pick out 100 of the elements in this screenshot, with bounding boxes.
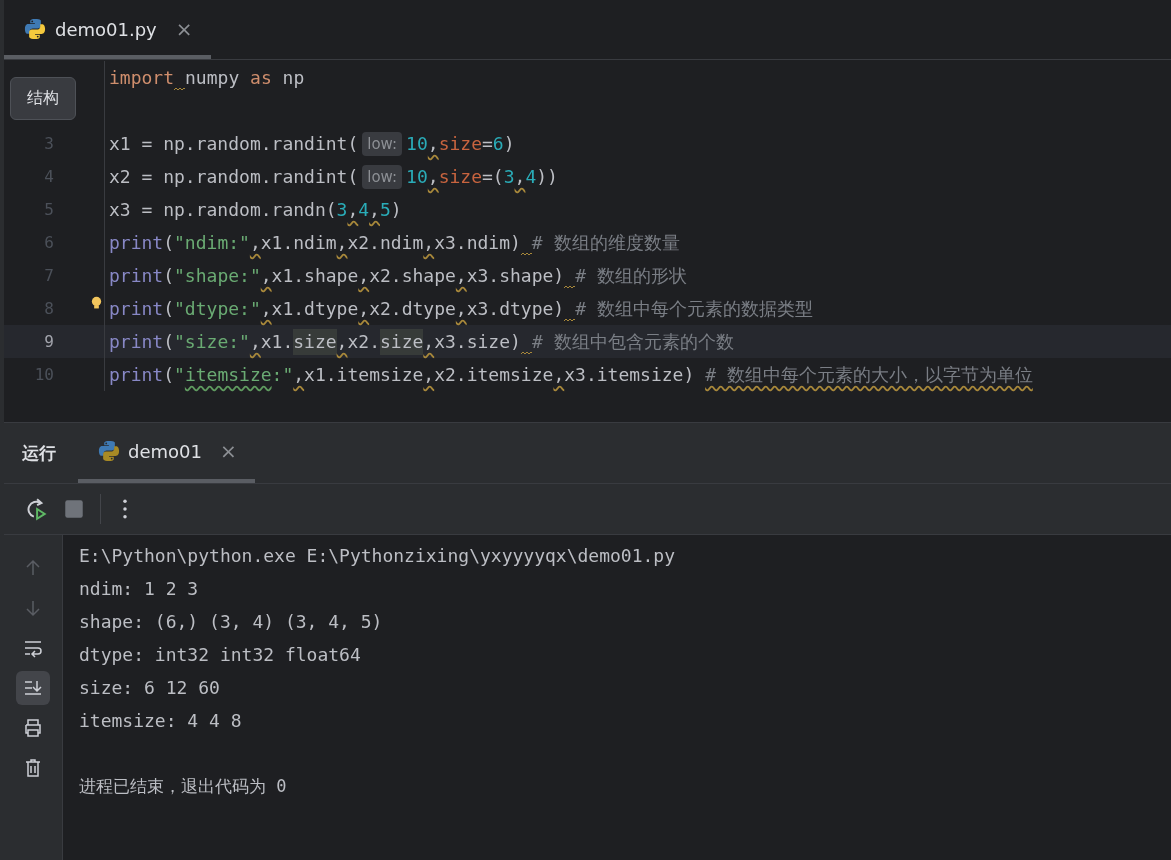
panel-title: 运行 <box>21 441 57 465</box>
code-parameter: size <box>438 164 482 189</box>
code-text: ( <box>163 362 175 387</box>
code-text: , <box>260 263 272 288</box>
code-number: 3 <box>503 164 515 189</box>
code-function: print <box>109 329 164 354</box>
line-number: 9 <box>44 332 54 351</box>
code-function: print <box>109 362 164 387</box>
close-icon[interactable]: × <box>219 439 237 463</box>
code-text: size <box>379 328 424 355</box>
code-text: ( <box>163 263 175 288</box>
more-icon[interactable] <box>121 497 129 521</box>
code-text: , <box>427 164 439 189</box>
code-text: x2. <box>347 329 380 354</box>
code-keyword: as <box>250 65 272 90</box>
code-number: 5 <box>379 197 391 222</box>
code-text: x3.ndim) <box>434 230 521 255</box>
code-text: numpy <box>185 65 241 90</box>
code-text: , <box>369 197 380 222</box>
code-text: , <box>336 329 348 354</box>
console-output: shape: (6,) (3, 4) (3, 4, 5) <box>79 610 384 634</box>
lightbulb-icon[interactable] <box>91 296 102 310</box>
code-text: x3.shape) <box>466 263 565 288</box>
code-text: =( <box>482 164 504 189</box>
python-icon <box>24 18 46 40</box>
console-output: itemsize: 4 4 8 <box>79 709 243 733</box>
code-number: 4 <box>358 197 370 222</box>
code-text: )) <box>536 164 558 189</box>
code-text: , <box>423 230 435 255</box>
parameter-hint: low: <box>362 131 403 156</box>
code-text: x1. <box>260 329 294 354</box>
code-text: , <box>249 329 261 354</box>
code-comment: # 数组中每个元素的数据类型 <box>575 296 813 321</box>
close-icon[interactable]: × <box>175 17 193 41</box>
code-text: x3.itemsize) <box>564 362 696 387</box>
code-number: 4 <box>525 164 537 189</box>
code-text: x2.itemsize <box>434 362 554 387</box>
code-text: size <box>293 328 337 355</box>
tab-label: demo01.py <box>55 18 157 40</box>
code-string: "dtype:" <box>174 296 261 321</box>
code-parameter: size <box>438 131 482 156</box>
code-text: x2 = np.random.randint( <box>109 164 359 189</box>
code-text: x1.itemsize <box>304 362 424 387</box>
code-text: x1 = np.random.randint( <box>109 131 359 156</box>
python-icon <box>98 440 120 462</box>
code-number: 10 <box>406 164 428 189</box>
code-text: x2.ndim <box>347 230 424 255</box>
code-string: " <box>174 362 185 387</box>
code-text: ) <box>390 197 402 222</box>
code-string: :" <box>271 362 294 387</box>
code-text: , <box>358 296 370 321</box>
code-text: , <box>423 329 435 354</box>
code-text: = <box>482 131 493 156</box>
code-text: , <box>293 362 305 387</box>
code-text: x1.dtype <box>271 296 359 321</box>
code-text: x1.shape <box>271 263 359 288</box>
code-text: x3.size) <box>434 329 521 354</box>
code-comment: # 数组中每个元素的大小，以字节为单位 <box>705 362 1033 387</box>
console-command: E:\Python\python.exe E:\Pythonzixing\yxyyyyqx\demo01.py <box>79 544 677 568</box>
code-comment: # 数组的形状 <box>575 263 687 288</box>
code-text: , <box>423 362 435 387</box>
code-text: ) <box>503 131 515 156</box>
code-text: , <box>358 263 370 288</box>
tab-label: demo01 <box>128 440 202 462</box>
code-text: ( <box>163 329 175 354</box>
console-output: dtype: int32 int32 float64 <box>79 643 362 667</box>
run-tab[interactable]: demo01 × <box>78 423 255 483</box>
code-text: , <box>455 263 467 288</box>
code-text: np <box>281 65 305 90</box>
code-text: x3 = np.random.randn( <box>109 197 337 222</box>
code-keyword: import <box>109 65 175 90</box>
code-function: print <box>109 263 164 288</box>
code-text: x2.shape <box>369 263 456 288</box>
code-string: "shape:" <box>174 263 261 288</box>
code-text: x3.dtype) <box>466 296 565 321</box>
code-string: "ndim:" <box>174 230 250 255</box>
tooltip: 结构 <box>10 77 76 120</box>
code-number: 10 <box>406 131 428 156</box>
code-function: print <box>109 296 164 321</box>
code-text: ( <box>163 230 175 255</box>
scroll-to-end-icon[interactable] <box>16 671 50 705</box>
parameter-hint: low: <box>362 164 403 189</box>
rerun-icon[interactable] <box>24 497 48 521</box>
code-number: 3 <box>336 197 348 222</box>
code-comment: # 数组中包含元素的个数 <box>531 329 734 354</box>
console-output: size: 6 12 60 <box>79 676 221 700</box>
code-function: print <box>109 230 164 255</box>
code-string: "size:" <box>174 329 250 354</box>
code-text: , <box>553 362 565 387</box>
code-text: , <box>249 230 261 255</box>
exit-message: 进程已结束，退出代码为 0 <box>79 775 288 798</box>
code-text: ( <box>163 296 175 321</box>
code-text: , <box>260 296 272 321</box>
code-text: , <box>427 131 439 156</box>
console-output: ndim: 1 2 3 <box>79 577 200 601</box>
code-number: 6 <box>492 131 504 156</box>
editor-tab[interactable]: demo01.py × <box>4 3 211 59</box>
code-comment: # 数组的维度数量 <box>531 230 680 255</box>
code-text: , <box>336 230 348 255</box>
code-text: , <box>514 164 526 189</box>
